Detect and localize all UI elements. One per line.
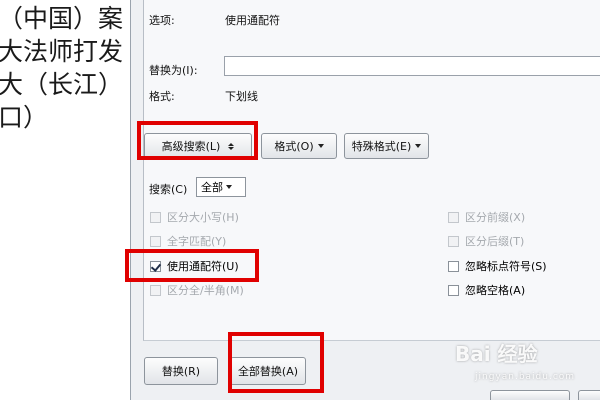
- ignore-punctuation-checkbox[interactable]: [448, 260, 459, 272]
- full-half-width-option: 区分全/半角(M): [150, 282, 244, 298]
- options-label: 选项:: [149, 14, 175, 27]
- document-line: （中国）案: [0, 4, 124, 33]
- whole-word-option: 全字匹配(Y): [150, 233, 226, 249]
- full-half-width-checkbox: [150, 284, 161, 296]
- ignore-punctuation-option[interactable]: 忽略标点符号(S): [448, 258, 547, 274]
- special-format-label: 特殊格式(E): [351, 140, 412, 153]
- ignore-whitespace-label[interactable]: 忽略空格(A): [465, 282, 525, 298]
- find-next-button[interactable]: [490, 390, 570, 400]
- ignore-whitespace-checkbox[interactable]: [448, 284, 459, 296]
- match-case-checkbox: [150, 211, 161, 223]
- format-value: 下划线: [225, 90, 258, 103]
- replace-with-input[interactable]: [224, 56, 600, 76]
- highlight-box-advanced: [137, 121, 258, 160]
- document-line: 大（长江）: [0, 70, 124, 99]
- special-format-button[interactable]: 特殊格式(E): [344, 133, 429, 159]
- match-prefix-option: 区分前缀(X): [448, 209, 525, 225]
- document-area: （中国）案 大法师打发 大（长江） 口）: [0, 0, 130, 400]
- chevron-down-icon: [317, 144, 324, 148]
- search-scope-select[interactable]: 全部: [196, 177, 246, 197]
- search-scope-value: 全部: [201, 181, 223, 194]
- format-button[interactable]: 格式(O): [261, 133, 337, 159]
- match-case-option: 区分大小写(H): [150, 209, 239, 225]
- document-line: 大法师打发: [0, 37, 124, 66]
- match-suffix-label: 区分后缀(T): [465, 235, 525, 248]
- highlight-box-replace-all: [228, 332, 324, 393]
- format-label: 格式:: [149, 90, 175, 103]
- chevron-down-icon: [226, 185, 232, 189]
- match-prefix-label: 区分前缀(X): [465, 211, 526, 224]
- match-suffix-checkbox: [448, 235, 459, 247]
- ignore-punctuation-label[interactable]: 忽略标点符号(S): [465, 258, 547, 274]
- options-value: 使用通配符: [225, 14, 280, 27]
- full-half-width-label: 区分全/半角(M): [167, 284, 244, 297]
- replace-with-label: 替换为(I):: [149, 64, 198, 77]
- ignore-whitespace-option[interactable]: 忽略空格(A): [448, 282, 525, 298]
- search-scope-label: 搜索(C): [149, 183, 188, 196]
- match-suffix-option: 区分后缀(T): [448, 233, 524, 249]
- whole-word-label: 全字匹配(Y): [167, 235, 227, 248]
- watermark-url: jingyan.baidu.com: [475, 372, 576, 382]
- document-line: 口）: [0, 103, 49, 132]
- watermark-logo: Bai 经验: [455, 342, 538, 366]
- chevron-down-icon: [415, 144, 422, 148]
- cancel-button[interactable]: [578, 390, 600, 400]
- match-prefix-checkbox: [448, 211, 459, 223]
- highlight-box-wildcards: [125, 249, 259, 282]
- format-button-label: 格式(O): [274, 140, 314, 153]
- replace-button[interactable]: 替换(R): [144, 357, 218, 385]
- match-case-label: 区分大小写(H): [167, 211, 239, 224]
- replace-button-label: 替换(R): [161, 365, 201, 378]
- whole-word-checkbox: [150, 235, 161, 247]
